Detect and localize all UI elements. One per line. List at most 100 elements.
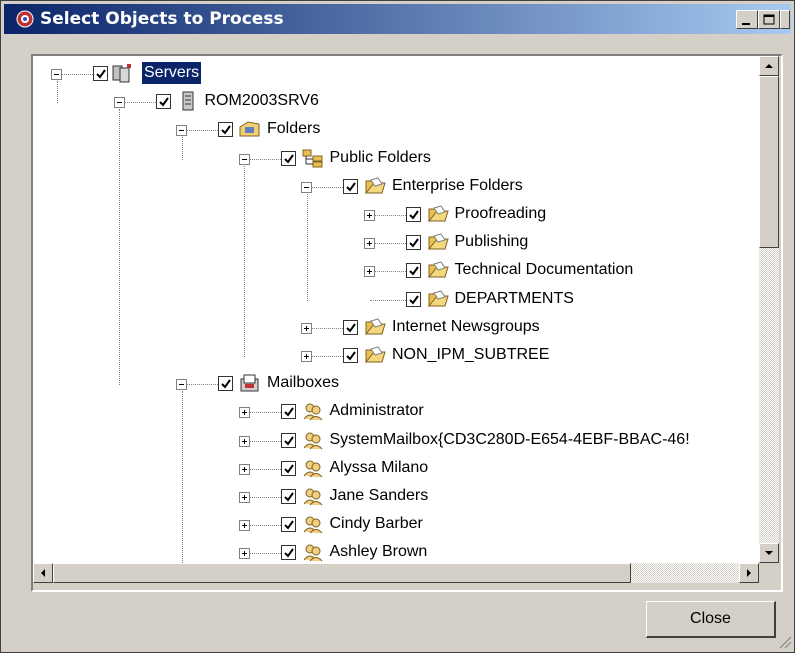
node-checkbox[interactable] — [280, 545, 296, 561]
collapse-toggle[interactable] — [176, 379, 187, 391]
node-label[interactable]: DEPARTMENTS — [455, 288, 574, 310]
close-button[interactable]: Close — [646, 601, 776, 638]
tree-node-ashley-brown[interactable]: Ashley Brown — [33, 542, 753, 563]
node-checkbox[interactable] — [280, 404, 296, 420]
user-icon — [302, 430, 324, 450]
tree-connector-line — [249, 525, 281, 527]
resize-grip-icon[interactable] — [776, 633, 792, 649]
scroll-left-button[interactable] — [33, 563, 53, 583]
node-checkbox[interactable] — [93, 66, 108, 81]
node-checkbox[interactable] — [405, 291, 421, 307]
node-checkbox[interactable] — [280, 432, 296, 448]
node-checkbox[interactable] — [218, 122, 233, 138]
close-window-button[interactable] — [780, 10, 790, 29]
scroll-up-button[interactable] — [759, 56, 779, 76]
tree-connector-line — [374, 215, 406, 217]
node-checkbox[interactable] — [155, 94, 171, 110]
expand-toggle[interactable] — [238, 463, 250, 475]
checkmark-icon — [346, 323, 356, 333]
tree-node-public-folders[interactable]: Public Folders — [33, 148, 753, 174]
tree-node-mailboxes[interactable]: Mailboxes — [33, 373, 753, 399]
node-label[interactable]: Internet Newsgroups — [392, 316, 540, 338]
node-label[interactable]: Technical Documentation — [455, 259, 634, 281]
folder-icon — [364, 345, 386, 365]
node-checkbox[interactable] — [280, 489, 296, 504]
tree-connector-line — [249, 158, 281, 161]
vertical-scrollbar[interactable] — [759, 56, 779, 563]
node-label[interactable]: Mailboxes — [267, 372, 339, 394]
tree-node-system-mailbox[interactable]: SystemMailbox{CD3C280D-E654-4EBF-BBAC-46… — [33, 430, 753, 456]
tree-node-departments[interactable]: DEPARTMENTS — [33, 289, 753, 315]
expand-toggle[interactable] — [238, 492, 250, 503]
node-checkbox[interactable] — [218, 376, 233, 392]
scroll-right-button[interactable] — [739, 563, 759, 583]
node-label[interactable]: Enterprise Folders — [392, 175, 523, 197]
node-checkbox[interactable] — [280, 517, 296, 533]
expand-toggle[interactable] — [238, 435, 250, 447]
collapse-toggle[interactable] — [176, 125, 187, 137]
scrollbar-corner — [759, 563, 779, 583]
node-checkbox[interactable] — [405, 263, 421, 279]
tree-node-server[interactable]: ROM2003SRV6 — [33, 91, 753, 117]
node-checkbox[interactable] — [405, 207, 421, 222]
tree-node-publishing[interactable]: Publishing — [33, 232, 753, 258]
tree-node-enterprise-folders[interactable]: Enterprise Folders — [33, 176, 753, 202]
expand-toggle[interactable] — [238, 548, 250, 560]
expand-toggle[interactable] — [238, 520, 250, 532]
collapse-toggle[interactable] — [301, 181, 312, 193]
node-label[interactable]: Folders — [267, 118, 320, 140]
node-label[interactable]: ROM2003SRV6 — [205, 90, 319, 112]
node-label[interactable]: Publishing — [455, 231, 529, 253]
tree-node-jane-sanders[interactable]: Jane Sanders — [33, 486, 753, 512]
expand-toggle[interactable] — [301, 351, 312, 362]
node-label[interactable]: Alyssa Milano — [330, 457, 429, 479]
node-checkbox[interactable] — [343, 348, 358, 363]
folder-icon — [427, 232, 449, 252]
checkmark-icon — [283, 436, 294, 446]
title-bar[interactable]: Select Objects to Process — [4, 4, 791, 34]
maximize-button[interactable] — [758, 10, 780, 29]
expand-toggle[interactable] — [238, 407, 250, 419]
node-checkbox[interactable] — [343, 319, 358, 335]
arrow-left-icon — [41, 569, 45, 577]
node-checkbox[interactable] — [343, 178, 358, 194]
expand-toggle[interactable] — [363, 238, 375, 250]
user-icon — [302, 542, 324, 562]
collapse-toggle[interactable] — [238, 153, 250, 165]
checkmark-icon — [221, 125, 231, 135]
tree-node-folders[interactable]: Folders — [33, 119, 753, 145]
node-checkbox[interactable] — [405, 235, 421, 251]
expand-toggle[interactable] — [363, 266, 375, 278]
object-tree[interactable]: Servers ROM2003SRV6 Folders Public Folders E… — [33, 56, 759, 563]
node-label[interactable]: Cindy Barber — [330, 513, 423, 535]
node-label[interactable]: Administrator — [330, 400, 424, 422]
node-label[interactable]: NON_IPM_SUBTREE — [392, 344, 549, 366]
node-label[interactable]: Jane Sanders — [330, 485, 429, 507]
node-label[interactable]: Servers — [142, 62, 202, 84]
tree-node-technical-documentation[interactable]: Technical Documentation — [33, 260, 753, 286]
vertical-scroll-thumb[interactable] — [759, 76, 779, 248]
checkmark-icon — [96, 69, 106, 79]
node-checkbox[interactable] — [280, 150, 296, 166]
scroll-down-button[interactable] — [759, 543, 779, 563]
node-label[interactable]: SystemMailbox{CD3C280D-E654-4EBF-BBAC-46… — [330, 429, 690, 451]
node-label[interactable]: Ashley Brown — [330, 541, 428, 563]
collapse-toggle[interactable] — [51, 69, 62, 80]
tree-node-alyssa-milano[interactable]: Alyssa Milano — [33, 458, 753, 484]
tree-node-cindy-barber[interactable]: Cindy Barber — [33, 514, 753, 540]
tree-node-internet-newsgroups[interactable]: Internet Newsgroups — [33, 317, 753, 343]
expand-toggle[interactable] — [363, 210, 375, 221]
horizontal-scrollbar[interactable] — [33, 563, 759, 583]
horizontal-scroll-thumb[interactable] — [53, 563, 631, 583]
tree-node-servers[interactable]: Servers — [33, 62, 753, 89]
node-checkbox[interactable] — [280, 460, 296, 476]
expand-toggle[interactable] — [301, 322, 312, 334]
node-label[interactable]: Proofreading — [455, 203, 547, 225]
tree-node-administrator[interactable]: Administrator — [33, 401, 753, 427]
node-label[interactable]: Public Folders — [330, 147, 431, 169]
tree-node-proofreading[interactable]: Proofreading — [33, 204, 753, 230]
minimize-button[interactable] — [736, 10, 758, 29]
collapse-toggle[interactable] — [113, 97, 125, 109]
tree-node-non-ipm-subtree[interactable]: NON_IPM_SUBTREE — [33, 345, 753, 371]
servers-icon — [111, 63, 133, 83]
